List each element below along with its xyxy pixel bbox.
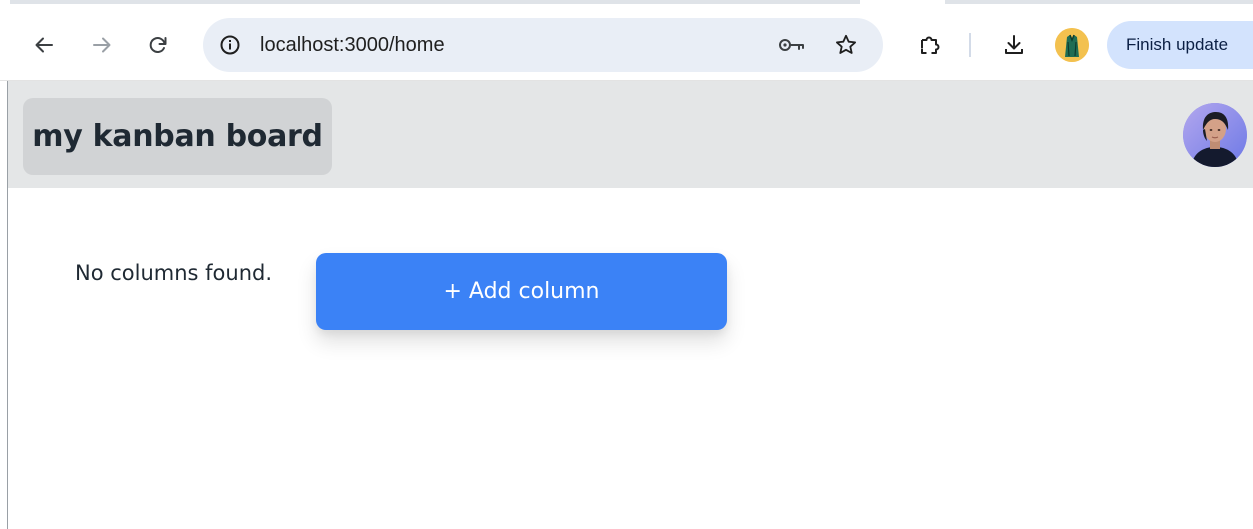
user-avatar-icon bbox=[1183, 103, 1247, 167]
reload-button[interactable] bbox=[138, 25, 178, 65]
back-button[interactable] bbox=[24, 25, 64, 65]
puzzle-icon bbox=[921, 36, 940, 54]
arrow-left-icon bbox=[35, 37, 53, 53]
arrow-right-icon bbox=[93, 37, 111, 53]
forward-button[interactable] bbox=[82, 25, 122, 65]
reload-icon bbox=[149, 37, 167, 53]
avatar[interactable] bbox=[1183, 103, 1247, 167]
url-text[interactable]: localhost:3000/home bbox=[260, 33, 445, 57]
app-header: my kanban board bbox=[8, 81, 1253, 188]
bookmark-button[interactable] bbox=[831, 30, 861, 60]
browser-toolbar: localhost:3000/home Finish update bbox=[0, 0, 1253, 81]
tab-strip-edge bbox=[10, 0, 860, 4]
downloads-button[interactable] bbox=[994, 25, 1034, 65]
key-icon bbox=[779, 39, 804, 51]
download-icon bbox=[1005, 35, 1023, 54]
site-info-button[interactable] bbox=[217, 32, 243, 58]
empty-state-message: No columns found. bbox=[75, 261, 273, 285]
tab-strip-edge-right bbox=[945, 0, 1253, 4]
info-icon bbox=[220, 35, 240, 55]
finish-update-button[interactable]: Finish update bbox=[1107, 21, 1253, 69]
profile-picture-icon bbox=[1055, 28, 1089, 62]
address-bar[interactable]: localhost:3000/home bbox=[203, 18, 883, 72]
extensions-button[interactable] bbox=[910, 25, 950, 65]
toolbar-divider bbox=[969, 33, 971, 57]
browser-profile-avatar[interactable] bbox=[1055, 28, 1089, 62]
board-title-button[interactable]: my kanban board bbox=[23, 98, 332, 175]
add-column-button[interactable]: + Add column bbox=[316, 253, 727, 330]
board-content: No columns found. + Add column bbox=[8, 188, 1253, 529]
star-icon bbox=[836, 34, 856, 54]
password-manager-button[interactable] bbox=[777, 32, 807, 58]
